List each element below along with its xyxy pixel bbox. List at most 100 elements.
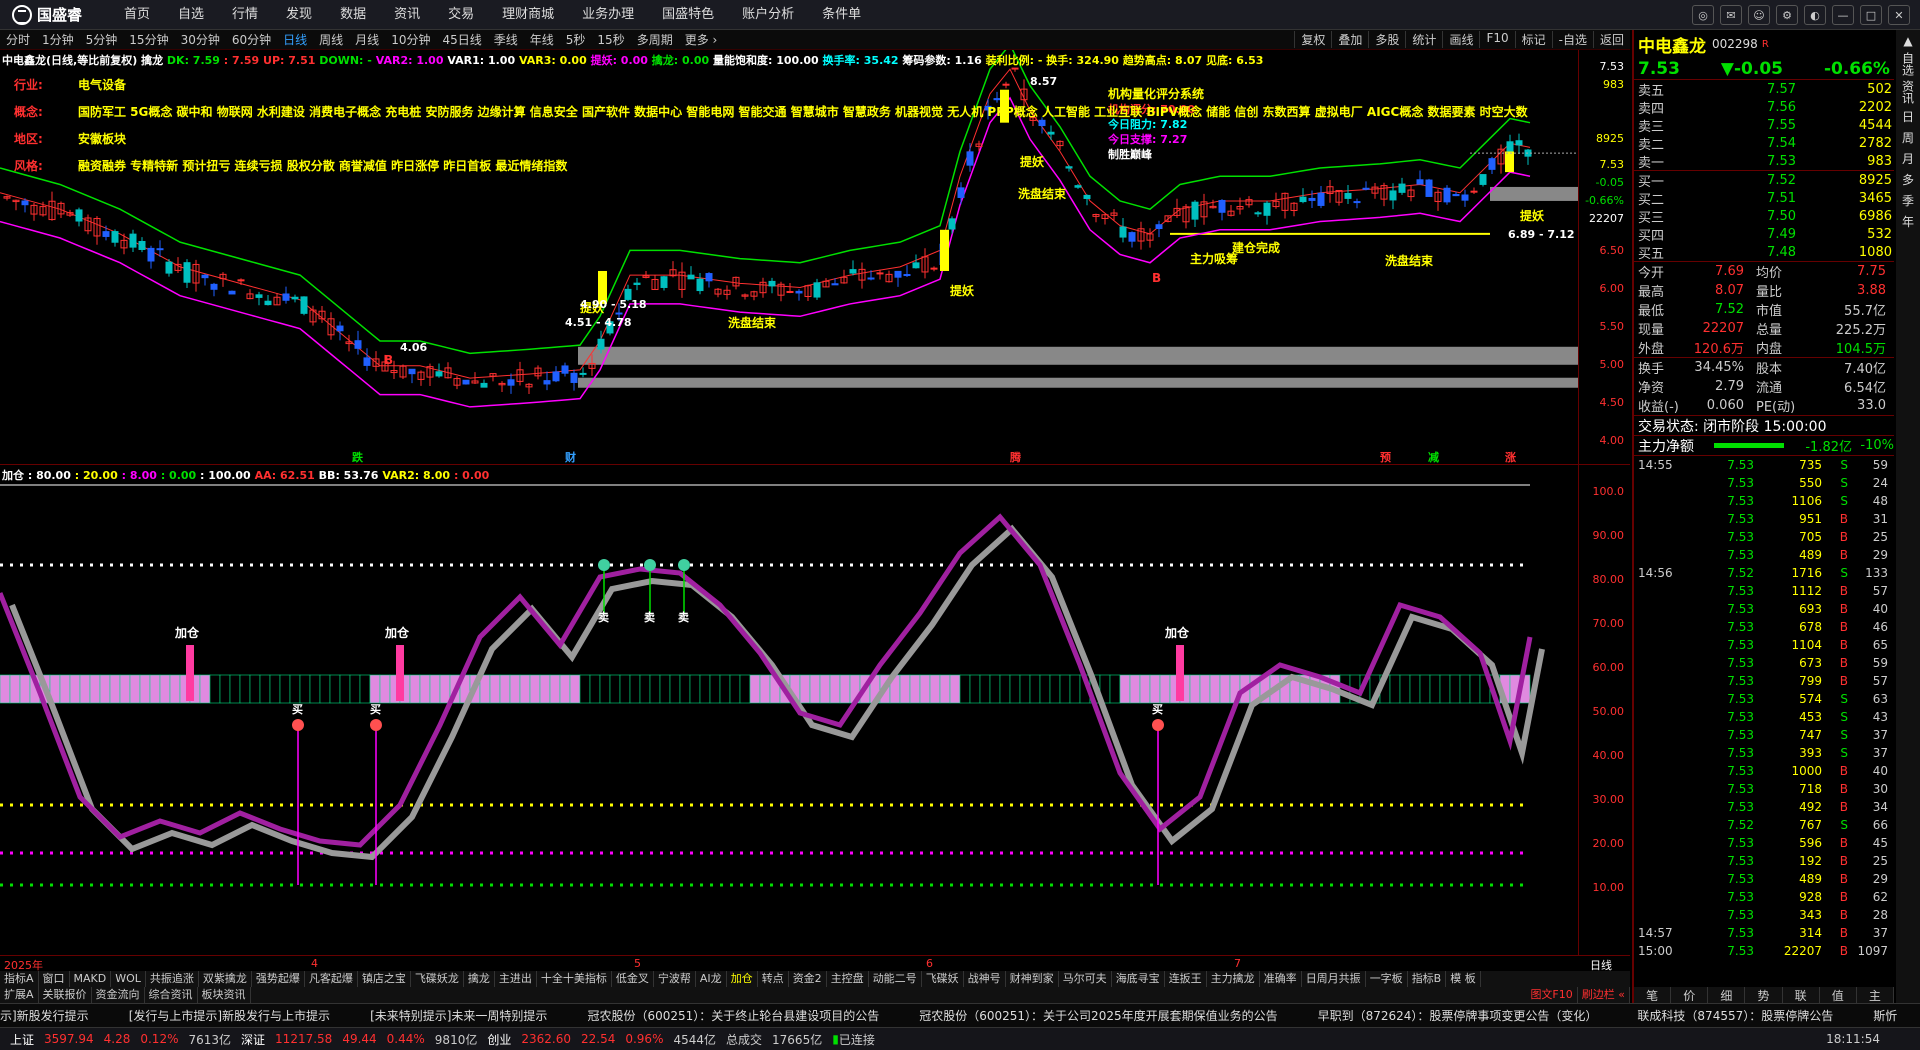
period-5s[interactable]: 5秒 <box>560 31 592 48</box>
tool-back[interactable]: 返回 <box>1592 31 1630 48</box>
period-15m[interactable]: 15分钟 <box>123 31 174 48</box>
tool-draw[interactable]: 画线 <box>1442 31 1479 48</box>
tab[interactable]: 主进出 <box>495 971 537 987</box>
period-15s[interactable]: 15秒 <box>591 31 630 48</box>
period-multi[interactable]: 多周期 <box>631 31 679 48</box>
period-more[interactable]: 更多 › <box>679 31 724 48</box>
side-news[interactable]: 资讯 <box>1900 80 1917 104</box>
sz-label[interactable]: 深证 <box>241 1031 265 1048</box>
tool-stats[interactable]: 统计 <box>1405 31 1442 48</box>
tab-value[interactable]: 值 <box>1820 987 1857 1003</box>
side-year[interactable]: 年 <box>1902 213 1914 230</box>
tab[interactable]: 转点 <box>758 971 789 987</box>
tab[interactable]: 擒龙 <box>464 971 495 987</box>
minimize-icon[interactable]: — <box>1832 5 1854 25</box>
skin-icon[interactable]: ◐ <box>1804 5 1826 25</box>
menu-wealth[interactable]: 理财商城 <box>488 0 568 30</box>
tab-tick[interactable]: 笔 <box>1634 987 1672 1003</box>
tab-price[interactable]: 价 <box>1671 987 1709 1003</box>
tab[interactable]: 综合资讯 <box>145 987 198 1003</box>
tab[interactable]: AI龙 <box>696 971 727 987</box>
menu-account[interactable]: 账户分析 <box>728 0 808 30</box>
menu-watchlist[interactable]: 自选 <box>164 0 218 30</box>
tab[interactable]: 模 板 <box>1446 971 1481 987</box>
tab[interactable]: 一字板 <box>1366 971 1408 987</box>
ticker-item[interactable]: 冠农股份（600251）：关于公司2025年度开展套期保值业务的公告 <box>919 1007 1277 1024</box>
tab[interactable]: 关联报价 <box>39 987 92 1003</box>
tab[interactable]: 窗口 <box>39 971 70 987</box>
tab[interactable]: 马尔可夫 <box>1059 971 1112 987</box>
period-year[interactable]: 年线 <box>524 31 560 48</box>
settings-icon[interactable]: ⚙ <box>1776 5 1798 25</box>
period-60m[interactable]: 60分钟 <box>226 31 277 48</box>
tab[interactable]: 财神到家 <box>1006 971 1059 987</box>
ticker-item[interactable]: 斯忻 <box>1873 1007 1897 1024</box>
tab[interactable]: 共振追涨 <box>146 971 199 987</box>
period-week[interactable]: 周线 <box>313 31 349 48</box>
sh-label[interactable]: 上证 <box>10 1031 34 1048</box>
menu-features[interactable]: 国盛特色 <box>648 0 728 30</box>
tab[interactable]: 指标B <box>1408 971 1447 987</box>
menu-market[interactable]: 行情 <box>218 0 272 30</box>
tab-main[interactable]: 主 <box>1857 987 1894 1003</box>
side-watch[interactable]: 自选 <box>1900 52 1917 76</box>
tool-adjust[interactable]: 复权 <box>1294 31 1331 48</box>
tab[interactable]: 指标A <box>0 971 39 987</box>
cy-label[interactable]: 创业 <box>487 1031 511 1048</box>
ticker-item[interactable]: [发行与上市提示]新股发行与上市提示 <box>129 1007 330 1024</box>
indicator-panel[interactable]: 加仓 加仓 加仓买买买卖卖卖 加仓 : 80.00 : 20.00 : 8.00 :… <box>0 465 1630 955</box>
tab-active[interactable]: 加仓 <box>727 971 758 987</box>
ticker-item[interactable]: 示]新股发行提示 <box>0 1007 89 1024</box>
period-45d[interactable]: 45日线 <box>436 31 487 48</box>
ticker-item[interactable]: 早职到（872624）：股票停牌事项变更公告（变化） <box>1318 1007 1598 1024</box>
trade-list[interactable]: 14:55 7.53 735 S 59 7.53 550 S 24 7.53 1106 S 48 7.53… <box>1634 456 1894 960</box>
period-day[interactable]: 日线 <box>277 31 313 48</box>
kline-panel[interactable]: 机构量化评分系统 机构评分: 70.00 今日阻力: 7.82 今日支撑: 7.27 制… <box>0 50 1630 465</box>
tab[interactable]: 主控盘 <box>827 971 869 987</box>
tab-related[interactable]: 联 <box>1783 987 1820 1003</box>
tab[interactable]: 扩展A <box>0 987 39 1003</box>
menu-home[interactable]: 首页 <box>110 0 164 30</box>
menu-data[interactable]: 数据 <box>326 0 380 30</box>
tab[interactable]: 准确率 <box>1260 971 1302 987</box>
tab[interactable]: 镇店之宝 <box>358 971 411 987</box>
tab[interactable]: 连扳王 <box>1165 971 1207 987</box>
period-1m[interactable]: 1分钟 <box>36 31 80 48</box>
tab[interactable]: 主力擒龙 <box>1207 971 1260 987</box>
period-30m[interactable]: 30分钟 <box>175 31 226 48</box>
side-multi[interactable]: 多 <box>1902 171 1914 188</box>
close-icon[interactable]: ✕ <box>1888 5 1910 25</box>
menu-business[interactable]: 业务办理 <box>568 0 648 30</box>
period-tick[interactable]: 分时 <box>0 31 36 48</box>
period-month[interactable]: 月线 <box>349 31 385 48</box>
tab[interactable]: 资金流向 <box>92 987 145 1003</box>
tab[interactable]: 图文F10 <box>1526 987 1578 1003</box>
tool-mark[interactable]: 标记 <box>1514 31 1552 48</box>
tool-watch[interactable]: -自选 <box>1551 31 1593 48</box>
side-up-icon[interactable]: ▲ <box>1903 34 1912 48</box>
ticker-item[interactable]: 冠农股份（600251）：关于终止轮台县建设项目的公告 <box>587 1007 879 1024</box>
tab[interactable]: 飞碟妖 <box>922 971 964 987</box>
side-week[interactable]: 周 <box>1902 129 1914 146</box>
period-season[interactable]: 季线 <box>488 31 524 48</box>
chat-icon[interactable]: ◎ <box>1692 5 1714 25</box>
tab[interactable]: 双紫擒龙 <box>199 971 252 987</box>
menu-news[interactable]: 资讯 <box>380 0 434 30</box>
tab[interactable]: 海底寻宝 <box>1112 971 1165 987</box>
message-icon[interactable]: ✉ <box>1720 5 1742 25</box>
tab[interactable]: 十全十美指标 <box>537 971 612 987</box>
maximize-icon[interactable]: □ <box>1860 5 1882 25</box>
tab-detail[interactable]: 细 <box>1708 987 1746 1003</box>
tab[interactable]: 刷边栏 « <box>1578 987 1630 1003</box>
tab[interactable]: MAKD <box>70 971 112 987</box>
menu-trade[interactable]: 交易 <box>434 0 488 30</box>
tab[interactable]: 低金叉 <box>612 971 654 987</box>
tool-multi[interactable]: 多股 <box>1368 31 1405 48</box>
tab-trend[interactable]: 势 <box>1745 987 1783 1003</box>
tab[interactable]: 板块资讯 <box>198 987 251 1003</box>
tab[interactable]: 宁波帮 <box>654 971 696 987</box>
user-icon[interactable]: ☺ <box>1748 5 1770 25</box>
side-day[interactable]: 日 <box>1902 108 1914 125</box>
indicator-chart[interactable]: 加仓 加仓 加仓买买买卖卖卖 <box>0 465 1578 955</box>
ticker-item[interactable]: 联成科技（874557）：股票停牌公告 <box>1637 1007 1833 1024</box>
